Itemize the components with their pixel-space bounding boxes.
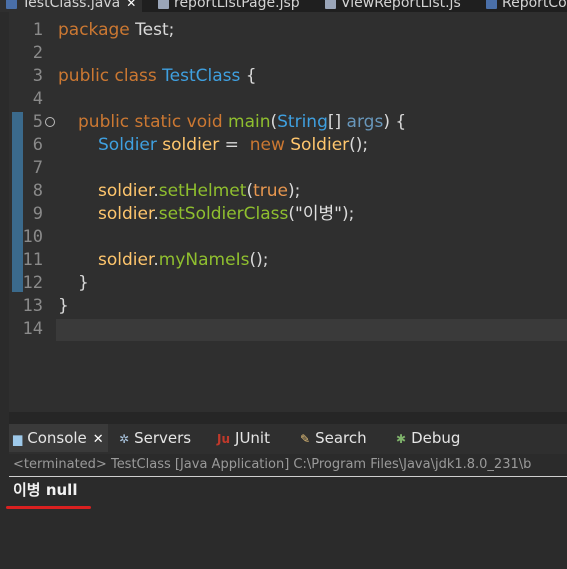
code-line-11: soldier.myNameIs(); <box>98 249 268 272</box>
java-file-icon <box>486 0 497 9</box>
left-panel-edge <box>0 12 9 569</box>
line-number: 12 <box>22 273 43 293</box>
tab-search[interactable]: ✎ Search <box>300 424 367 452</box>
divider <box>9 476 567 477</box>
call-end: ); <box>341 204 355 224</box>
brace: } <box>58 296 69 316</box>
boolean-literal: true <box>253 181 288 201</box>
line-number: 8 <box>32 181 43 201</box>
variable-name: soldier <box>98 181 154 201</box>
tab-servers[interactable]: ✲ Servers <box>119 424 191 452</box>
tab-junit[interactable]: Ju JUnit <box>217 424 270 452</box>
line-number: 13 <box>22 296 43 316</box>
assign: = <box>219 135 250 155</box>
java-file-icon <box>6 0 17 9</box>
js-file-icon <box>325 0 336 9</box>
tab-label: Search <box>315 429 367 447</box>
tab-label: reportListPage.jsp <box>174 0 300 11</box>
call-end: (); <box>349 135 369 155</box>
tab-label: Debug <box>411 429 461 447</box>
tab-testclass-java[interactable]: TestClass.java ✕ <box>0 0 143 12</box>
method-name: setHelmet <box>158 181 247 201</box>
constructor-name: Soldier <box>290 135 350 155</box>
keyword: public static void <box>78 112 223 132</box>
tab-label: Console <box>27 429 87 447</box>
line-number: 9 <box>32 204 43 224</box>
tab-debug[interactable]: ✱ Debug <box>396 424 460 452</box>
line-number: 5 <box>32 112 43 132</box>
console-tab-bar: ▆ Console ✕ ✲ Servers Ju JUnit ✎ Search ✱ Debu… <box>9 424 567 454</box>
tab-reportco[interactable]: ReportCo <box>486 0 567 12</box>
console-icon: ▆ <box>13 432 23 446</box>
call-end: (); <box>249 250 269 270</box>
class-name: TestClass <box>162 66 241 86</box>
line-number: 11 <box>22 250 43 270</box>
method-name: main <box>228 112 271 132</box>
code-line-5: public static void main(String[] args) { <box>78 111 406 134</box>
brace: } <box>78 273 89 293</box>
close-icon[interactable]: ✕ <box>93 432 104 447</box>
type-name: String <box>277 112 328 132</box>
keyword: public class <box>58 66 157 86</box>
variable-name: soldier <box>162 135 220 155</box>
code-line-3: public class TestClass { <box>58 65 257 88</box>
code-line-13: } <box>58 295 69 318</box>
tab-label: ReportCo <box>502 0 567 11</box>
keyword: new <box>249 135 285 155</box>
close-icon[interactable]: ✕ <box>126 0 136 10</box>
brace: { <box>240 66 257 86</box>
tab-label: JUnit <box>235 429 270 447</box>
line-number: 4 <box>32 89 43 109</box>
line-number: 10 <box>22 227 43 247</box>
editor-tab-bar: TestClass.java ✕ reportListPage.jsp View… <box>0 0 567 12</box>
tab-label: Servers <box>134 429 192 447</box>
debug-icon: ✱ <box>396 432 407 446</box>
jsp-file-icon <box>158 0 169 9</box>
call-end: ); <box>287 181 301 201</box>
package-name: Test; <box>129 20 175 40</box>
variable-name: soldier <box>98 250 154 270</box>
tab-label: TestClass.java <box>22 0 121 11</box>
red-underline-annotation <box>6 506 91 509</box>
tab-label: ViewReportList.js <box>341 0 461 11</box>
method-name: setSoldierClass <box>158 204 289 224</box>
line-number: 3 <box>32 66 43 86</box>
junit-icon: Ju <box>217 432 231 446</box>
search-icon: ✎ <box>300 432 311 446</box>
line-number: 1 <box>32 20 43 40</box>
code-line-8: soldier.setHelmet(true); <box>98 180 300 203</box>
code-line-9: soldier.setSoldierClass("이병"); <box>98 203 354 226</box>
fold-collapse-icon[interactable] <box>45 117 55 127</box>
line-number: 2 <box>32 43 43 63</box>
console-status: <terminated> TestClass [Java Application… <box>13 457 532 472</box>
code-line-12: } <box>78 272 89 295</box>
tab-console[interactable]: ▆ Console ✕ <box>9 424 108 452</box>
string-literal: "이병" <box>295 204 342 224</box>
keyword: package <box>58 20 130 40</box>
line-number: 7 <box>32 158 43 178</box>
tab-reportlistpage-jsp[interactable]: reportListPage.jsp <box>158 0 300 12</box>
variable-name: soldier <box>98 204 154 224</box>
panel-separator[interactable] <box>9 412 567 424</box>
method-name: myNameIs <box>158 250 250 270</box>
param-name: args <box>346 112 384 132</box>
brackets: [] <box>327 112 347 132</box>
tab-viewreportlist-js[interactable]: ViewReportList.js <box>325 0 461 12</box>
paren-brace: ) { <box>383 112 407 132</box>
code-line-6: Soldier soldier = new Soldier(); <box>98 134 368 157</box>
line-number: 14 <box>22 319 43 339</box>
type-name: Soldier <box>98 135 157 155</box>
servers-icon: ✲ <box>119 432 130 446</box>
current-line-highlight <box>56 319 567 341</box>
code-line-1: package Test; <box>58 19 174 42</box>
console-output: 이병 null <box>13 481 78 499</box>
line-number: 6 <box>32 135 43 155</box>
